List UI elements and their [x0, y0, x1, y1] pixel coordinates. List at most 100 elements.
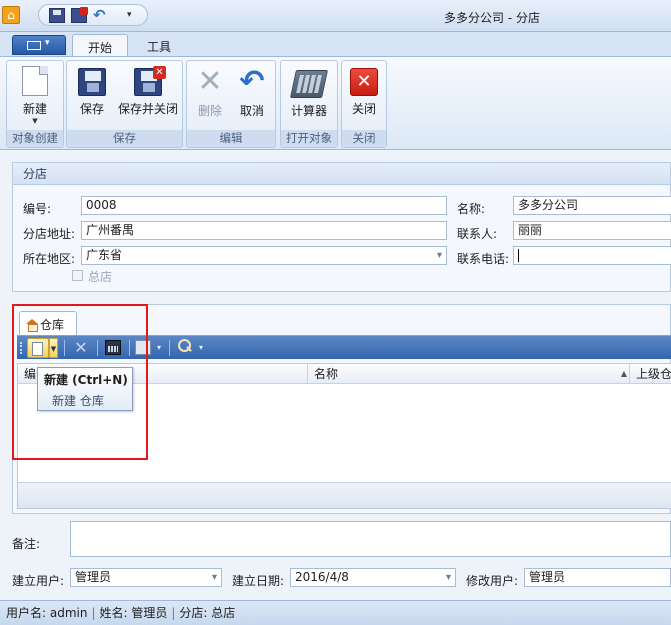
qat-undo-icon[interactable]: ↶: [93, 8, 109, 23]
print-icon[interactable]: [135, 340, 151, 355]
column-name[interactable]: 名称: [308, 364, 630, 384]
group-edit-label: 编辑: [187, 130, 275, 147]
column-parent[interactable]: 上级仓: [630, 364, 671, 384]
modified-user-value: 管理员: [529, 570, 566, 584]
created-user-value: 管理员: [75, 570, 112, 584]
contact-label: 联系人:: [457, 227, 498, 241]
status-bar: 用户名: admin | 姓名: 管理员 | 分店: 总店: [0, 600, 671, 625]
title-bar: ⌂ ↶ ▾ 多多分公司 - 分店: [0, 0, 671, 32]
chevron-down-icon[interactable]: ▾: [199, 338, 203, 358]
group-open-label: 打开对象: [281, 130, 337, 147]
tooltip-title: 新建 (Ctrl+N): [44, 373, 128, 387]
save-button-label: 保存: [79, 102, 104, 116]
calculator-button[interactable]: 计算器: [283, 66, 335, 119]
modified-user-label: 修改用户:: [466, 574, 519, 588]
group-close: ✕ 关闭 关闭: [341, 60, 387, 148]
name-label: 名称:: [457, 202, 486, 216]
status-branch: 分店: 总店: [179, 606, 236, 620]
region-select-value: 广东省: [86, 248, 123, 262]
save-close-icon: ✕: [134, 66, 166, 96]
toolbar-divider: [64, 340, 65, 356]
branch-section-title: 分店: [13, 163, 670, 185]
app-home-icon[interactable]: ⌂: [2, 6, 20, 24]
contact-field[interactable]: 丽丽: [513, 221, 671, 240]
remark-label: 备注:: [12, 537, 41, 551]
code-field[interactable]: 0008: [81, 196, 447, 215]
created-date-label: 建立日期:: [232, 574, 285, 588]
undo-button[interactable]: ↶ 取消: [233, 66, 271, 119]
chevron-down-icon: ▼: [32, 117, 38, 125]
tab-start[interactable]: 开始: [72, 34, 128, 57]
calculator-button-label: 计算器: [290, 104, 327, 118]
qat-save-icon[interactable]: [49, 8, 65, 23]
save-icon: [78, 68, 106, 96]
new-tooltip: 新建 (Ctrl+N) 新建 仓库: [37, 367, 133, 411]
ribbon: 新建 ▼ 对象创建 保存 ✕ 保存并关闭 保存 ✕ 删除 ↶ 取消 编辑 计算器…: [0, 56, 671, 150]
qat-customize-icon[interactable]: ▾: [127, 8, 137, 23]
toolbar-divider: [129, 340, 130, 356]
address-field[interactable]: 广州番禺: [81, 221, 447, 240]
new-button[interactable]: 新建 ▼: [7, 66, 63, 125]
group-close-label: 关闭: [342, 130, 386, 147]
chevron-down-icon[interactable]: ▾: [157, 338, 161, 358]
delete-row-icon[interactable]: ✕: [71, 338, 91, 358]
new-button-label: 新建: [22, 102, 47, 116]
phone-label: 联系电话:: [457, 252, 510, 266]
group-edit: ✕ 删除 ↶ 取消 编辑: [186, 60, 276, 148]
group-open: 计算器 打开对象: [280, 60, 338, 148]
created-date-picker[interactable]: 2016/4/8: [290, 568, 456, 587]
tooltip-description: 新建 仓库: [52, 394, 104, 408]
headquarters-checkbox[interactable]: [72, 270, 83, 281]
status-username: 用户名: admin: [6, 606, 88, 620]
status-divider: |: [171, 606, 176, 620]
group-create-label: 对象创建: [7, 130, 63, 147]
toolbar-grip[interactable]: [20, 342, 22, 354]
chevron-down-icon: ▾: [45, 38, 50, 48]
new-document-icon: [22, 66, 48, 96]
calculator-icon: [290, 70, 328, 98]
save-close-button[interactable]: ✕ 保存并关闭: [115, 66, 181, 117]
warehouse-toolbar: ▼ ✕ ▾ ▾: [17, 335, 671, 359]
region-select[interactable]: 广东省: [81, 246, 447, 265]
toolbar-divider: [97, 340, 98, 356]
delete-button[interactable]: ✕ 删除: [191, 66, 229, 119]
headquarters-label: 总店: [88, 270, 113, 284]
warehouse-icon: [26, 319, 38, 332]
group-save-label: 保存: [67, 130, 182, 147]
sort-asc-icon: ▲: [620, 369, 628, 378]
tab-tools[interactable]: 工具: [134, 34, 184, 57]
save-close-button-label: 保存并关闭: [117, 102, 178, 116]
phone-field[interactable]: [513, 246, 671, 265]
status-fullname: 姓名: 管理员: [99, 606, 168, 620]
group-create: 新建 ▼ 对象创建: [6, 60, 64, 148]
window-title: 多多分公司 - 分店: [444, 11, 540, 25]
created-user-select[interactable]: 管理员: [70, 568, 222, 587]
code-label: 编号:: [23, 202, 52, 216]
tab-warehouse-label: 仓库: [40, 318, 65, 332]
status-divider: |: [91, 606, 96, 620]
search-icon[interactable]: [177, 339, 193, 356]
undo-icon: ↶: [239, 64, 265, 99]
qat-save-close-icon[interactable]: [71, 7, 88, 23]
name-field[interactable]: 多多分公司: [513, 196, 671, 215]
ribbon-tabs: ▾ 开始 工具: [0, 32, 671, 57]
modified-user-field[interactable]: 管理员: [524, 568, 671, 587]
calculator-icon[interactable]: [105, 340, 121, 355]
tab-warehouse[interactable]: 仓库: [19, 311, 77, 335]
close-button[interactable]: ✕ 关闭: [344, 66, 384, 117]
undo-button-label: 取消: [239, 104, 264, 118]
new-dropdown-arrow[interactable]: ▼: [49, 338, 58, 358]
app-menu-icon: [27, 41, 41, 50]
remark-field[interactable]: [70, 521, 671, 557]
address-label: 分店地址:: [23, 227, 76, 241]
close-button-label: 关闭: [351, 102, 376, 116]
save-button[interactable]: 保存: [73, 66, 111, 117]
created-date-value: 2016/4/8: [295, 570, 349, 584]
toolbar-divider: [169, 340, 170, 356]
quick-access-toolbar: ↶ ▾: [38, 4, 148, 26]
delete-button-label: 删除: [197, 104, 222, 118]
new-warehouse-button[interactable]: [27, 338, 49, 358]
grid-footer: [18, 482, 671, 508]
app-menu-button[interactable]: ▾: [12, 35, 66, 55]
region-label: 所在地区:: [23, 252, 76, 266]
